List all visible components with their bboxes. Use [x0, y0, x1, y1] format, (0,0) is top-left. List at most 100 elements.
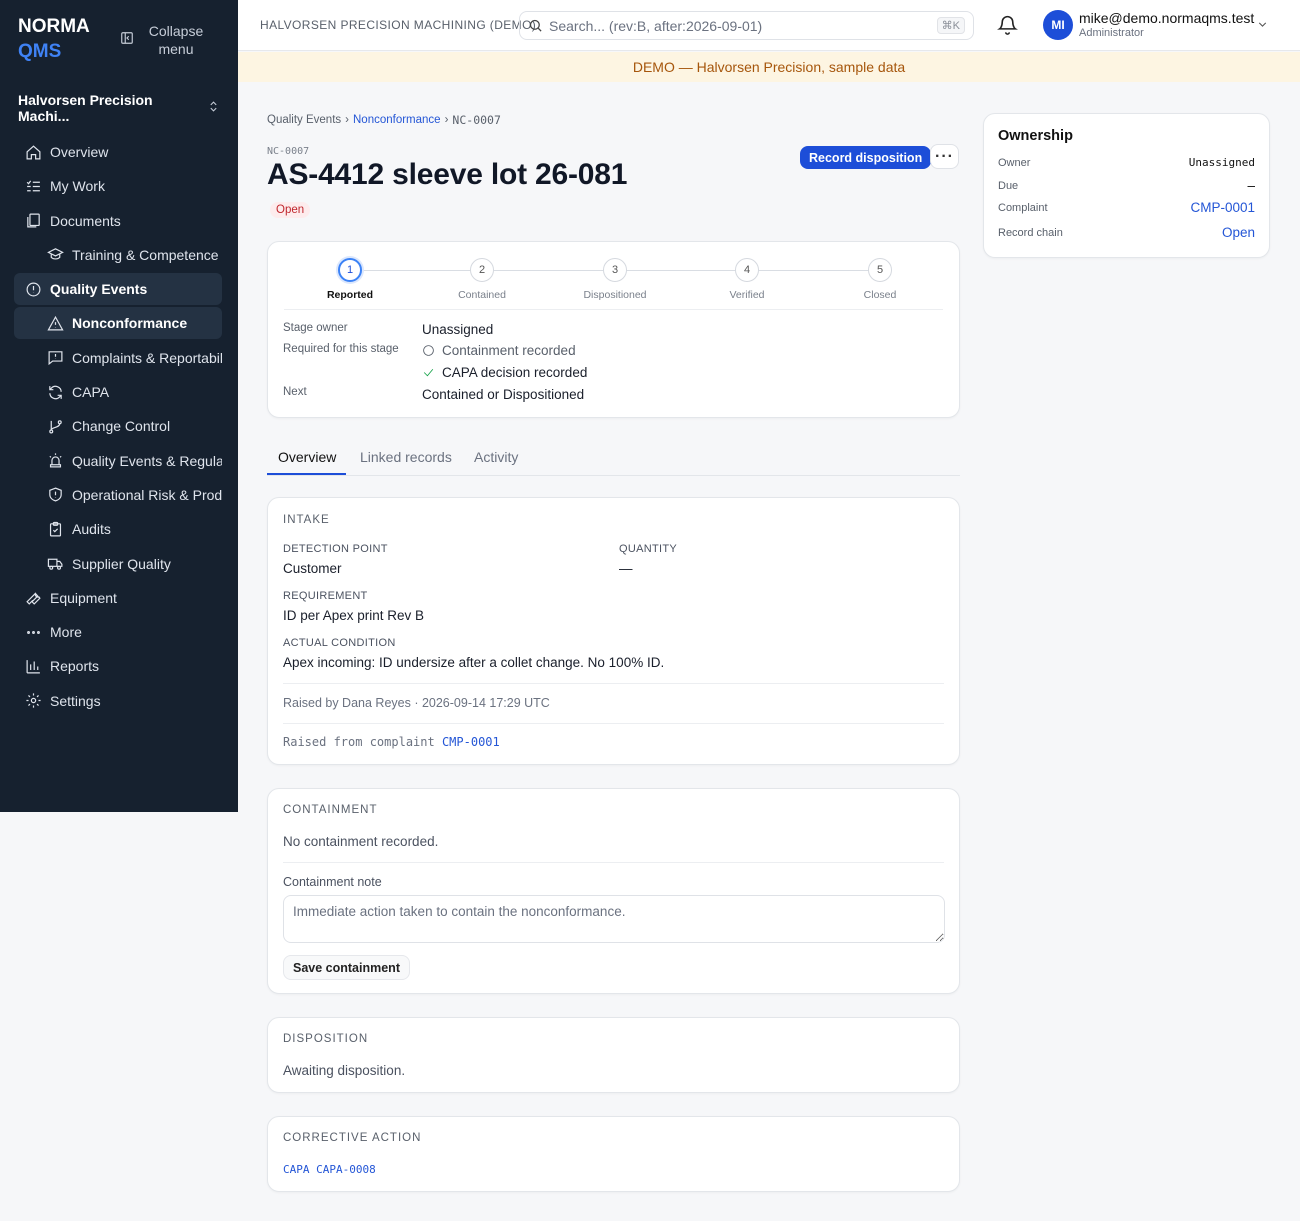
sidebar-item-documents[interactable]: Documents — [14, 205, 222, 237]
step-label: Verified — [729, 289, 765, 301]
user-menu[interactable]: mike@demo.normaqms.test Administrator — [1079, 10, 1254, 39]
due-row: Due – — [998, 178, 1255, 193]
divider — [284, 309, 943, 310]
tab-activity[interactable]: Activity — [474, 449, 518, 465]
record-chain-open-link[interactable]: Open — [1222, 225, 1255, 240]
stage-progress-card: 1 Reported 2 Contained 3 Dispositioned 4 Ver… — [267, 241, 960, 418]
sidebar-item-supplier-quality[interactable]: Supplier Quality — [14, 548, 222, 580]
corrective-action-ref: CAPA CAPA-0008 — [283, 1163, 376, 1176]
documents-icon — [24, 212, 42, 230]
chevron-down-icon[interactable] — [1256, 18, 1269, 36]
search-input[interactable]: Search... (rev:B, after:2026-09-01) — [549, 18, 762, 34]
sidebar-item-label: Reports — [50, 658, 100, 675]
sidebar-item-label: Equipment — [50, 589, 117, 606]
ownership-heading: Ownership — [998, 128, 1073, 144]
save-containment-button[interactable]: Save containment — [283, 955, 410, 980]
search-box[interactable]: Search... (rev:B, after:2026-09-01) ⌘K — [519, 11, 974, 40]
requirement-text: Containment recorded — [442, 343, 576, 358]
tab-overview[interactable]: Overview — [278, 449, 336, 465]
record-disposition-button[interactable]: Record disposition — [800, 146, 932, 169]
logo-line1: NORMA — [18, 16, 90, 37]
quantity-label: QUANTITY — [619, 543, 678, 555]
next-label: Next — [283, 386, 307, 398]
step-reported: 1 Reported — [300, 258, 400, 301]
detection-point-label: DETECTION POINT — [283, 543, 388, 555]
step-number: 4 — [735, 258, 759, 282]
search-shortcut: ⌘K — [936, 17, 965, 34]
sidebar-item-training[interactable]: Training & Competence — [14, 239, 222, 271]
owner-value: Unassigned — [1188, 156, 1255, 169]
ownership-card: Ownership Owner Unassigned Due – Complai… — [983, 113, 1270, 258]
step-contained: 2 Contained — [432, 258, 532, 301]
sidebar-item-operational-risk[interactable]: Operational Risk & Product — [14, 479, 222, 511]
breadcrumb-quality-events[interactable]: Quality Events — [267, 114, 341, 126]
record-chain-row: Record chain Open — [998, 225, 1255, 240]
step-label: Contained — [458, 289, 506, 301]
section-heading: INTAKE — [283, 514, 330, 526]
sidebar-item-label: Quality Events & Regulatory — [72, 452, 222, 469]
shield-icon — [46, 486, 64, 504]
list-check-icon — [24, 177, 42, 195]
section-heading: CORRECTIVE ACTION — [283, 1132, 422, 1144]
sidebar-item-overview[interactable]: Overview — [14, 136, 222, 168]
disposition-status-text: Awaiting disposition. — [283, 1063, 406, 1078]
step-verified: 4 Verified — [697, 258, 797, 301]
clipboard-check-icon — [46, 520, 64, 538]
logo-line2: QMS — [18, 41, 62, 62]
app-logo[interactable]: NORMA QMS — [18, 14, 90, 64]
user-role: Administrator — [1079, 27, 1144, 39]
sidebar-item-settings[interactable]: Settings — [14, 685, 222, 717]
requirement-item: CAPA decision recorded — [422, 365, 587, 380]
collapse-menu-button[interactable]: Collapse menu — [120, 22, 204, 58]
containment-note-field[interactable] — [283, 895, 945, 943]
circle-icon — [423, 345, 434, 356]
complaint-label: Complaint — [998, 201, 1048, 214]
sidebar-item-label: Operational Risk & Product — [72, 486, 222, 503]
sidebar-item-more[interactable]: More — [14, 616, 222, 648]
requirement-label: REQUIREMENT — [283, 590, 368, 602]
sidebar-item-reports[interactable]: Reports — [14, 650, 222, 682]
sidebar-item-quality-events-regulatory[interactable]: Quality Events & Regulatory — [14, 445, 222, 477]
step-number: 5 — [868, 258, 892, 282]
step-label: Dispositioned — [583, 289, 647, 301]
sidebar-item-label: Documents — [50, 212, 121, 229]
due-value: – — [1247, 178, 1255, 193]
bar-chart-icon — [24, 657, 42, 675]
complaint-link[interactable]: CMP-0001 — [442, 735, 500, 749]
divider — [283, 683, 944, 684]
sidebar-item-capa[interactable]: CAPA — [14, 376, 222, 408]
tab-linked-records[interactable]: Linked records — [360, 449, 452, 465]
sidebar-item-complaints[interactable]: Complaints & Reportability — [14, 342, 222, 374]
sidebar-item-audits[interactable]: Audits — [14, 513, 222, 545]
sidebar-item-label: Change Control — [72, 418, 171, 435]
sidebar-collapse-icon — [120, 31, 134, 49]
owner-label: Owner — [998, 156, 1031, 169]
breadcrumb-separator: › — [345, 114, 349, 126]
capa-link[interactable]: CAPA-0008 — [316, 1163, 376, 1176]
demo-banner: DEMO — Halvorsen Precision, sample data — [238, 52, 1300, 82]
breadcrumb-nonconformance[interactable]: Nonconformance — [353, 114, 441, 126]
more-actions-button[interactable]: ··· — [930, 144, 959, 169]
org-switcher[interactable]: Halvorsen Precision Machi... — [18, 92, 220, 124]
warning-triangle-icon — [46, 314, 64, 332]
tab-bar: Overview Linked records Activity — [267, 442, 960, 476]
sidebar-item-nonconformance[interactable]: Nonconformance — [14, 307, 222, 340]
status-badge: Open — [270, 202, 311, 218]
sidebar-item-my-work[interactable]: My Work — [14, 170, 222, 202]
capa-prefix: CAPA — [283, 1163, 310, 1176]
wrench-icon — [24, 589, 42, 607]
sidebar-item-change-control[interactable]: Change Control — [14, 410, 222, 442]
detection-point-value: Customer — [283, 561, 342, 576]
quantity-value: — — [619, 561, 633, 576]
org-switcher-label: Halvorsen Precision Machi... — [18, 92, 153, 124]
sidebar-item-label: My Work — [50, 178, 105, 195]
sidebar-item-equipment[interactable]: Equipment — [14, 582, 222, 614]
sidebar-item-label: Nonconformance — [72, 315, 188, 332]
sidebar-item-quality-events[interactable]: Quality Events — [14, 273, 222, 306]
notifications-button[interactable] — [997, 14, 1018, 40]
due-label: Due — [998, 179, 1019, 192]
intake-card: INTAKE DETECTION POINT Customer QUANTITY… — [267, 497, 960, 765]
avatar[interactable]: MI — [1043, 10, 1073, 40]
collapse-menu-label: Collapse menu — [148, 23, 204, 57]
complaint-link[interactable]: CMP-0001 — [1190, 200, 1255, 215]
